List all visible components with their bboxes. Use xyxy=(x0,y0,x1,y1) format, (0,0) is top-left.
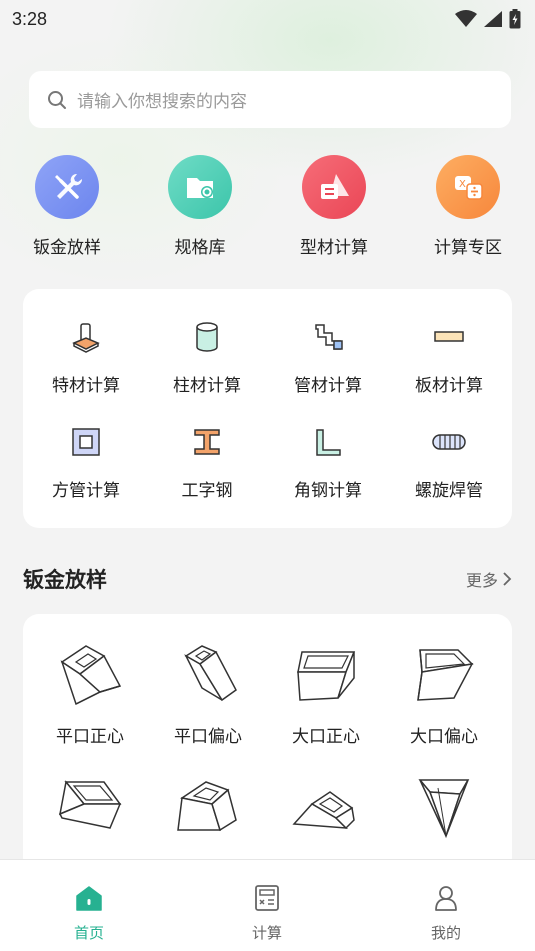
sheet-item-label: 大口正心 xyxy=(292,727,360,747)
i-beam-icon xyxy=(146,424,268,460)
sheet-item-label: 平口正心 xyxy=(56,727,124,747)
search-input[interactable]: 请输入你想搜索的内容 xyxy=(29,71,511,128)
tab-calculate[interactable]: 计算 xyxy=(207,882,327,943)
tab-label: 计算 xyxy=(251,924,282,942)
grid-item-i-beam[interactable]: 工字钢 xyxy=(146,424,268,501)
sheet-item-wide-eccentric[interactable]: 大口偏心 xyxy=(385,642,503,747)
spiral-pipe-icon xyxy=(388,424,510,460)
grid-item-label: 方管计算 xyxy=(52,481,120,501)
wide-center-icon xyxy=(297,651,356,701)
battery-icon xyxy=(509,9,521,29)
calc-grid-card: 特材计算 柱材计算 管材计算 板材计算 方管计算 工字钢 角钢计算 螺旋焊管 xyxy=(23,289,512,528)
grid-item-label: 管材计算 xyxy=(294,376,362,396)
chevron-right-icon xyxy=(503,572,512,586)
tab-mine[interactable]: 我的 xyxy=(386,882,506,943)
quick-entry-sheet-metal[interactable]: 钣金放样 xyxy=(12,155,122,258)
sheet-item-flat-eccentric[interactable]: 平口偏心 xyxy=(149,642,267,747)
flat-eccentric-icon xyxy=(184,645,237,702)
quick-entry-calc-zone[interactable]: X 计算专区 xyxy=(413,155,523,258)
search-icon xyxy=(48,90,66,109)
grid-item-square-tube[interactable]: 方管计算 xyxy=(25,424,147,501)
wifi-icon xyxy=(455,10,477,27)
frustum-icon xyxy=(58,780,122,829)
grid-item-label: 特材计算 xyxy=(52,376,120,396)
square-tube-icon xyxy=(25,424,147,460)
sheet-item-pyramid[interactable] xyxy=(385,774,503,844)
tools-icon xyxy=(35,155,99,219)
section-header: 钣金放样 更多 xyxy=(23,563,512,595)
pipe-icon xyxy=(267,319,389,355)
more-label: 更多 xyxy=(465,571,498,590)
special-material-icon xyxy=(25,319,147,355)
status-bar: 3:28 xyxy=(0,0,535,38)
quick-entries: 钣金放样 规格库 型材计算 X 计算专区 xyxy=(0,155,535,265)
sheet-item-label: 大口偏心 xyxy=(410,727,478,747)
grid-item-angle-steel[interactable]: 角钢计算 xyxy=(267,424,389,501)
grid-item-spiral-pipe[interactable]: 螺旋焊管 xyxy=(388,424,510,501)
plate-icon xyxy=(388,319,510,355)
svg-text:X: X xyxy=(459,179,466,190)
quick-entry-spec-library[interactable]: 规格库 xyxy=(145,155,255,258)
folder-settings-icon xyxy=(168,155,232,219)
grid-item-label: 角钢计算 xyxy=(294,481,362,501)
status-time: 3:28 xyxy=(12,8,48,29)
low-frustum-icon xyxy=(292,791,355,830)
tab-label: 我的 xyxy=(430,924,461,942)
grid-item-label: 板材计算 xyxy=(415,376,483,396)
sheet-item-wide-center[interactable]: 大口正心 xyxy=(267,642,385,747)
grid-item-label: 工字钢 xyxy=(181,481,233,501)
grid-item-plate[interactable]: 板材计算 xyxy=(388,319,510,396)
flat-center-icon xyxy=(60,645,122,706)
angle-steel-icon xyxy=(267,424,389,460)
grid-item-label: 柱材计算 xyxy=(173,376,241,396)
home-icon xyxy=(29,882,149,914)
sheet-metal-card: 平口正心 平口偏心 大口正心 大口偏心 xyxy=(23,614,512,874)
section-title: 钣金放样 xyxy=(23,568,107,592)
quick-entry-profile-calc[interactable]: 型材计算 xyxy=(279,155,389,258)
tab-label: 首页 xyxy=(73,924,104,942)
pentagon-frustum-icon xyxy=(177,781,237,832)
status-icons xyxy=(455,9,521,29)
quick-entry-label: 型材计算 xyxy=(300,238,368,258)
wide-eccentric-icon xyxy=(417,649,474,701)
sheet-item-frustum[interactable] xyxy=(31,774,149,844)
calculator-icon xyxy=(207,882,327,914)
sheet-item-pentagon-frustum[interactable] xyxy=(149,774,267,844)
quick-entry-label: 钣金放样 xyxy=(33,238,101,258)
quick-entry-label: 计算专区 xyxy=(434,238,502,258)
tab-home[interactable]: 首页 xyxy=(29,882,149,943)
grid-item-pipe[interactable]: 管材计算 xyxy=(267,319,389,396)
quick-entry-label: 规格库 xyxy=(174,238,226,258)
sheet-item-label: 平口偏心 xyxy=(174,727,242,747)
sheet-item-flat-center[interactable]: 平口正心 xyxy=(31,642,149,747)
shapes-icon xyxy=(302,155,366,219)
grid-item-column[interactable]: 柱材计算 xyxy=(146,319,268,396)
grid-item-special-material[interactable]: 特材计算 xyxy=(25,319,147,396)
grid-item-label: 螺旋焊管 xyxy=(415,481,483,501)
pyramid-icon xyxy=(418,779,470,839)
search-placeholder: 请输入你想搜索的内容 xyxy=(77,92,247,112)
user-icon xyxy=(386,882,506,914)
bottom-tab-bar: 首页 计算 我的 xyxy=(0,859,535,951)
formula-icon: X xyxy=(436,155,500,219)
cylinder-icon xyxy=(146,319,268,355)
sheet-item-low-frustum[interactable] xyxy=(267,774,385,844)
more-link[interactable]: 更多 xyxy=(466,567,512,591)
signal-icon xyxy=(484,11,502,27)
